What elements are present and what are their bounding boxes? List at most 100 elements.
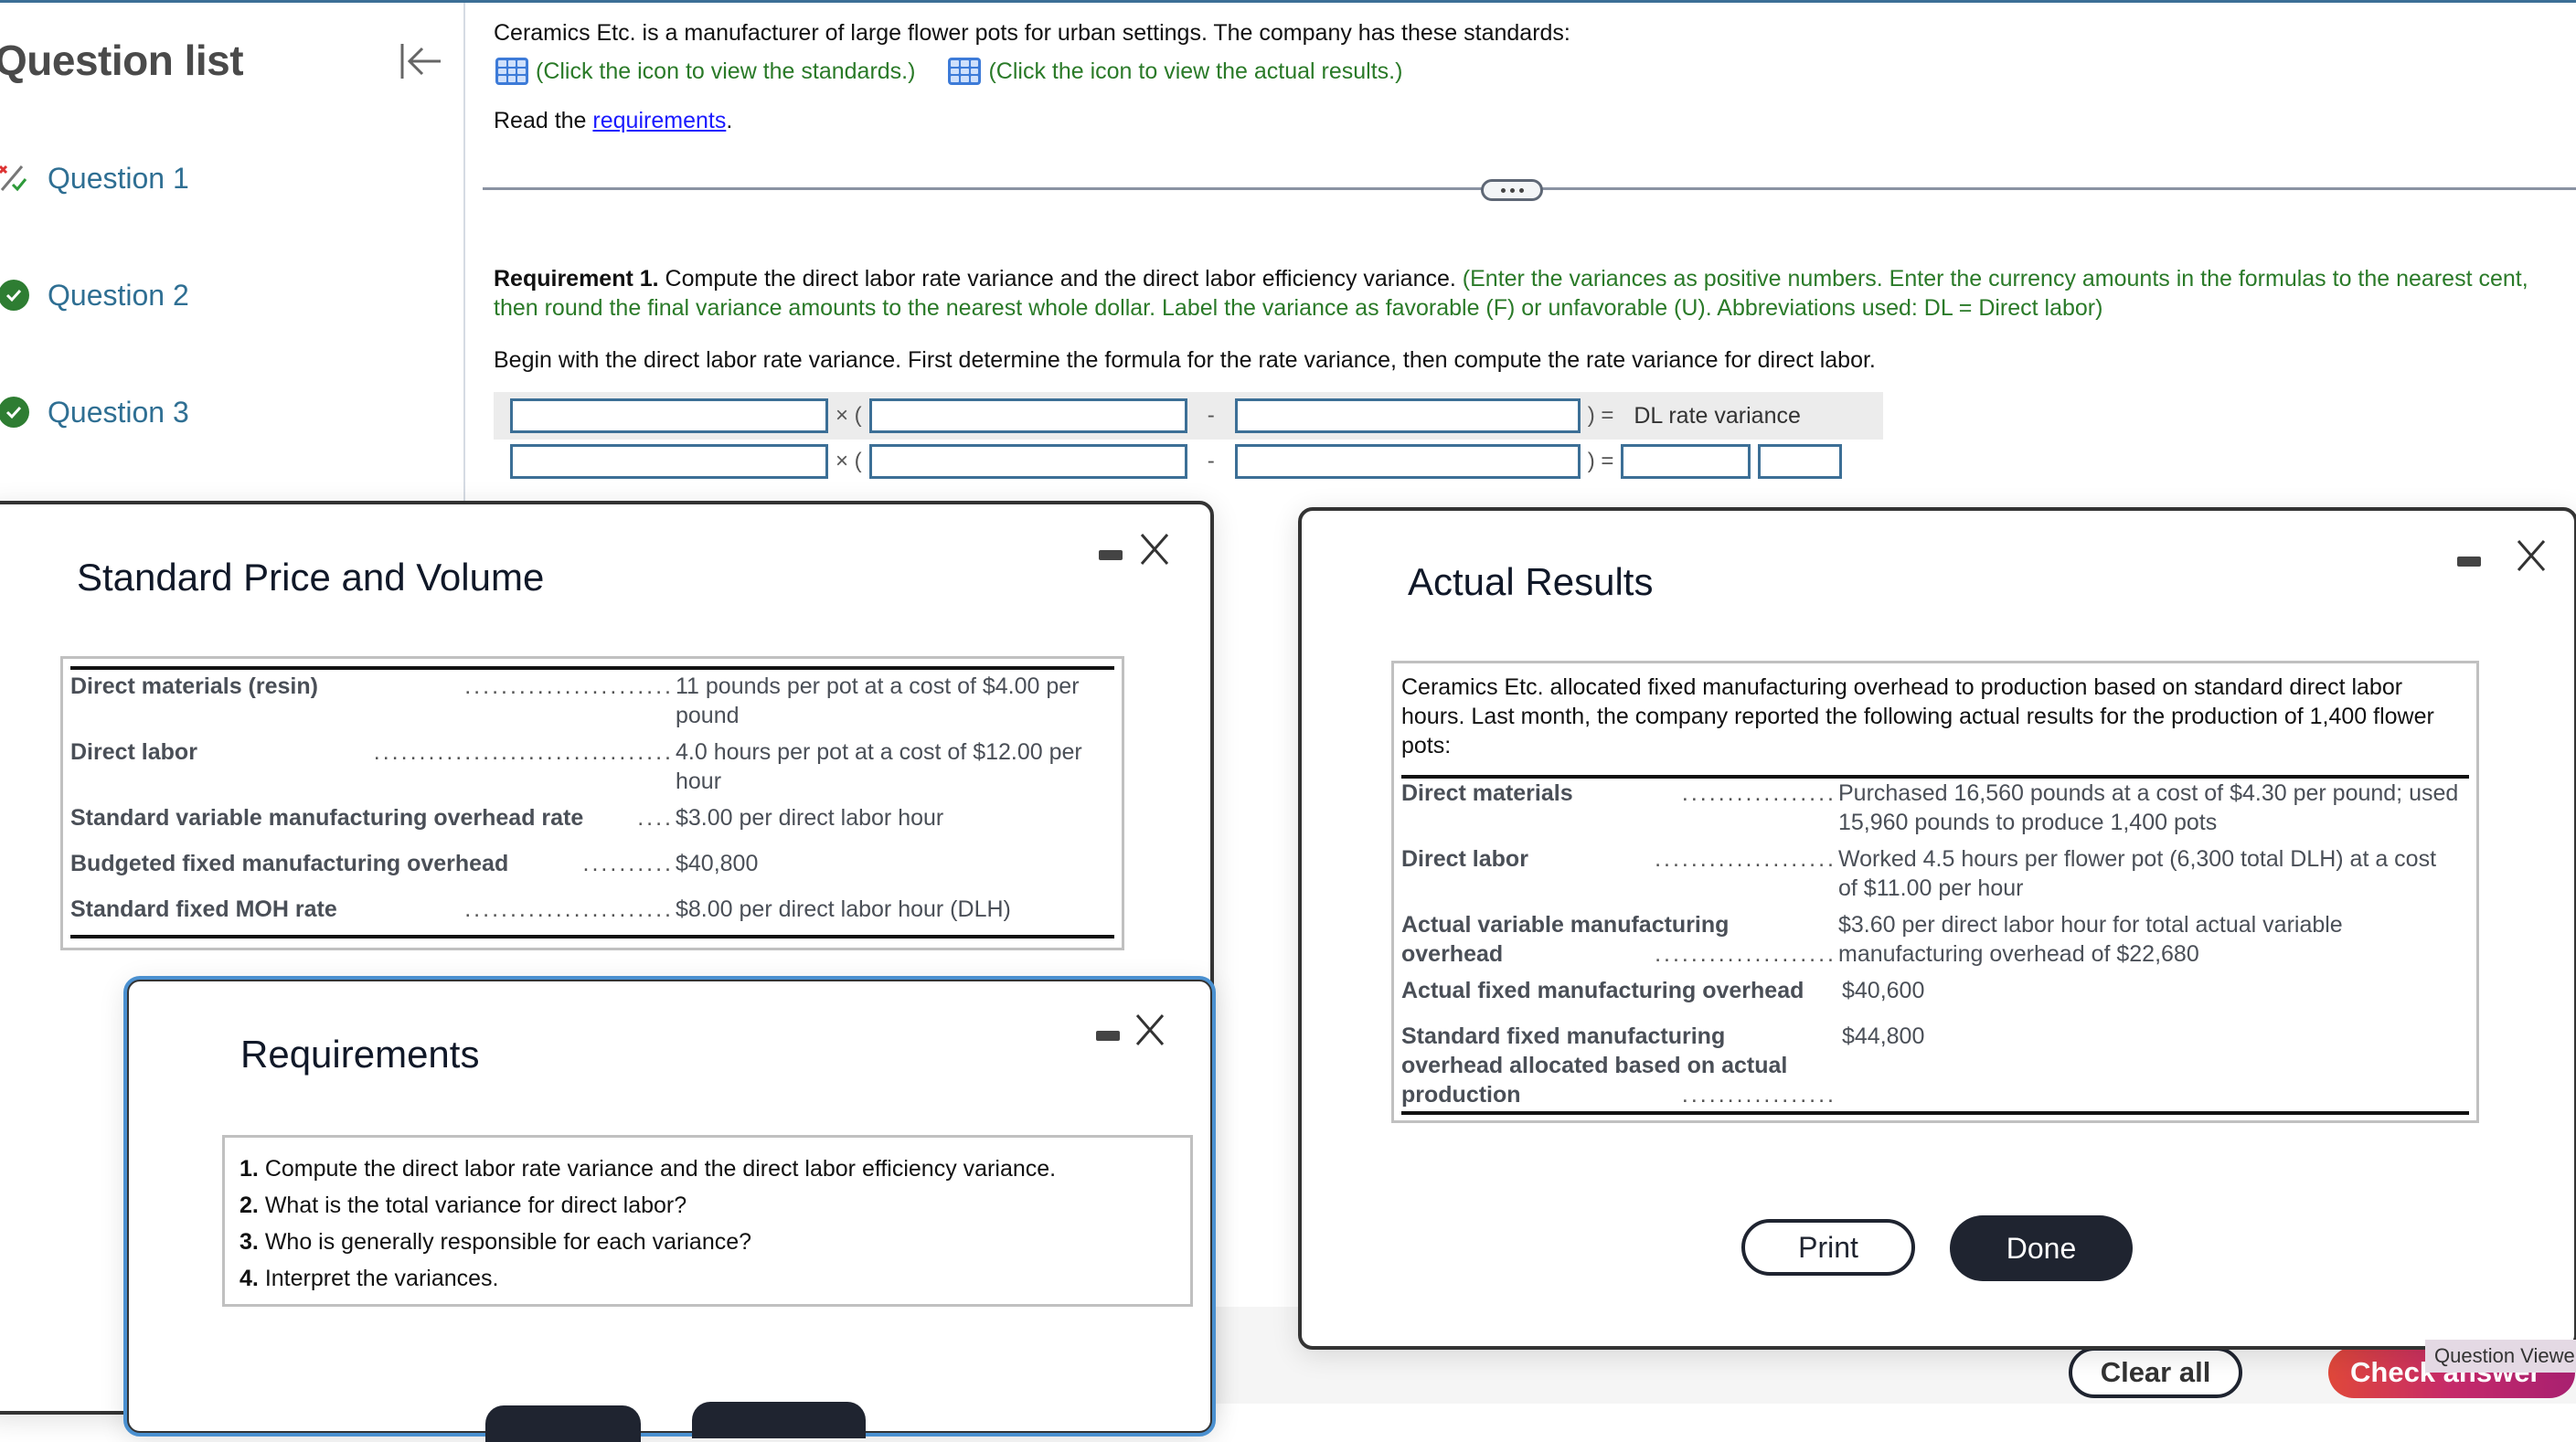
item-number: 2. — [240, 1193, 259, 1218]
print-button[interactable] — [485, 1405, 641, 1442]
requirement-item: 2. What is the total variance for direct… — [240, 1187, 1056, 1224]
minus-sign: - — [1207, 449, 1215, 473]
check-circle-icon — [0, 397, 29, 428]
row-label: Actual fixed manufacturing overhead — [1401, 978, 1804, 1003]
times-open-paren: × ( — [836, 403, 862, 428]
formula-input-2b[interactable] — [868, 444, 1187, 479]
read-requirements-line: Read the requirements. — [494, 108, 732, 134]
table-row: Actual variable manufacturing overhead .… — [1401, 910, 2469, 972]
minimize-icon[interactable] — [1096, 1031, 1120, 1041]
actual-results-intro: Ceramics Etc. allocated fixed manufactur… — [1401, 674, 2434, 758]
view-standards-link[interactable]: (Click the icon to view the standards.) — [536, 58, 915, 85]
row-label: Direct labor — [1401, 846, 1528, 872]
more-options-handle[interactable] — [1481, 179, 1543, 201]
table-row: Direct materials ................. Purch… — [1401, 779, 2469, 841]
close-paren-equals: ) = — [1587, 403, 1614, 428]
table-grid-icon[interactable] — [495, 58, 528, 85]
row-label: Direct materials (resin) — [70, 673, 318, 699]
formula-input-1b[interactable] — [868, 398, 1187, 433]
row-label: Standard variable manufacturing overhead… — [70, 805, 584, 831]
leader-dots: ................................. — [373, 739, 674, 765]
actual-results-table: Ceramics Etc. allocated fixed manufactur… — [1391, 661, 2479, 1123]
item-text: Who is generally responsible for each va… — [264, 1229, 752, 1255]
table-bottom-rule — [1401, 1111, 2469, 1115]
requirement-1-label: Requirement 1. — [494, 266, 659, 292]
question-viewer-tooltip: Question Viewer — [2425, 1340, 2576, 1373]
clear-all-button[interactable]: Clear all — [2069, 1347, 2242, 1398]
leader-dots: ................. — [1681, 780, 1836, 806]
leader-dots: .................... — [1655, 941, 1836, 967]
table-row: Direct materials (resin) ...............… — [70, 672, 1114, 730]
formula-input-2a[interactable] — [510, 444, 828, 479]
item-text: Compute the direct labor rate variance a… — [264, 1156, 1057, 1182]
collapse-left-icon[interactable] — [399, 41, 444, 81]
requirements-link[interactable]: requirements — [592, 108, 726, 133]
item-number: 1. — [240, 1156, 259, 1182]
dialog-title: Actual Results — [1408, 560, 1654, 603]
question-3-label: Question 3 — [48, 395, 189, 429]
dialog-title: Requirements — [240, 1033, 480, 1076]
variance-label-input[interactable] — [1758, 444, 1843, 479]
row-value: Purchased 16,560 pounds at a cost of $4.… — [1838, 780, 2459, 835]
table-grid-icon[interactable] — [948, 58, 982, 85]
leader-dots: .... — [637, 805, 674, 831]
formula-input-2c[interactable] — [1234, 444, 1581, 479]
sidebar-item-question-2[interactable]: Question 2 — [0, 268, 439, 323]
item-text: What is the total variance for direct la… — [264, 1193, 687, 1218]
requirements-items: 1. Compute the direct labor rate varianc… — [240, 1150, 1056, 1297]
question-intro: Ceramics Etc. is a manufacturer of large… — [494, 20, 1570, 46]
item-text: Interpret the variances. — [264, 1266, 499, 1291]
standards-table: Direct materials (resin) ...............… — [60, 656, 1124, 950]
item-number: 4. — [240, 1266, 259, 1291]
row-label: Direct labor — [70, 739, 197, 765]
view-actual-results-link[interactable]: (Click the icon to view the actual resul… — [988, 58, 1402, 85]
done-button[interactable] — [692, 1402, 866, 1438]
row-value: 11 pounds per pot at a cost of $4.00 per… — [676, 673, 1080, 728]
requirement-1-text: Requirement 1. Compute the direct labor … — [494, 264, 2541, 323]
leader-dots: .................... — [1655, 846, 1836, 872]
requirement-item: 4. Interpret the variances. — [240, 1260, 1056, 1297]
leader-dots: .......... — [582, 851, 674, 876]
table-row: Direct labor ...........................… — [70, 737, 1114, 796]
table-row: Standard fixed MOH rate ................… — [70, 895, 1114, 931]
table-top-rule — [70, 666, 1114, 670]
question-1-label: Question 1 — [48, 161, 189, 195]
sidebar-title: Question list — [0, 37, 244, 84]
question-2-label: Question 2 — [48, 278, 189, 312]
minimize-icon[interactable] — [1099, 550, 1123, 560]
item-number: 3. — [240, 1229, 259, 1255]
close-icon[interactable] — [2516, 538, 2547, 573]
table-bottom-rule — [70, 935, 1114, 938]
done-button[interactable]: Done — [1950, 1215, 2133, 1281]
close-icon[interactable] — [1134, 1013, 1166, 1047]
leader-dots: ....................... — [464, 673, 674, 699]
requirements-list: 1. Compute the direct labor rate varianc… — [222, 1135, 1193, 1307]
leader-dots: ................. — [1681, 1082, 1836, 1108]
print-button[interactable]: Print — [1741, 1219, 1915, 1276]
read-suffix: . — [726, 108, 733, 133]
times-open-paren: × ( — [836, 449, 862, 473]
close-icon[interactable] — [1139, 532, 1170, 567]
row-value: $8.00 per direct labor hour (DLH) — [676, 896, 1011, 922]
table-row: Actual fixed manufacturing overhead $40,… — [1401, 976, 2469, 1013]
formula-input-1c[interactable] — [1234, 398, 1581, 433]
row-label: Budgeted fixed manufacturing overhead — [70, 851, 509, 876]
row-value: $40,800 — [676, 851, 759, 876]
sidebar-item-question-3[interactable]: Question 3 — [0, 385, 439, 440]
table-row: Budgeted fixed manufacturing overhead ..… — [70, 849, 1114, 885]
requirement-item: 1. Compute the direct labor rate varianc… — [240, 1150, 1056, 1187]
formula-input-1a[interactable] — [510, 398, 828, 433]
leader-dots: ....................... — [464, 896, 674, 922]
check-circle-icon — [0, 280, 29, 311]
formula-value-row: × ( - ) = — [494, 438, 1843, 485]
sidebar-item-question-1[interactable]: Question 1 — [0, 151, 439, 206]
dl-rate-variance-label: DL rate variance — [1634, 402, 1801, 429]
variance-amount-input[interactable] — [1621, 444, 1751, 479]
read-prefix: Read the — [494, 108, 593, 133]
dialog-title: Standard Price and Volume — [77, 556, 545, 599]
row-value: Worked 4.5 hours per flower pot (6,300 t… — [1838, 846, 2437, 901]
minimize-icon[interactable] — [2457, 557, 2481, 567]
row-value: 4.0 hours per pot at a cost of $12.00 pe… — [676, 739, 1082, 794]
table-row: Direct labor .................... Worked… — [1401, 844, 2469, 907]
formula-header-row: × ( - ) = DL rate variance — [494, 392, 1883, 440]
